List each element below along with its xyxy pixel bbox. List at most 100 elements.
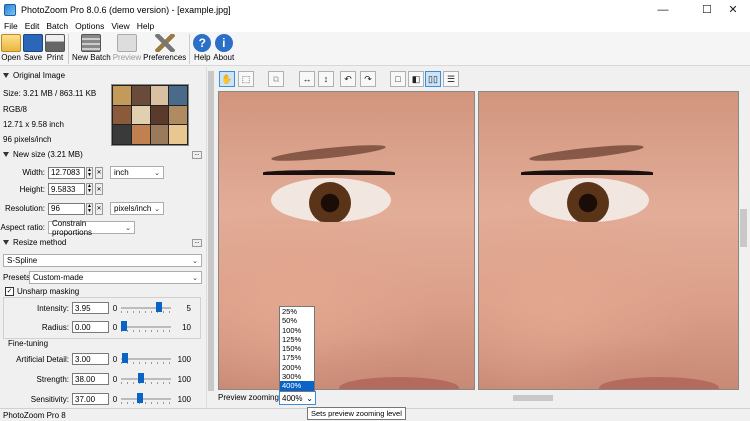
- radius-input[interactable]: 0.00: [72, 321, 109, 333]
- intensity-slider[interactable]: [121, 302, 171, 314]
- width-spinner[interactable]: ▲ ▼: [86, 166, 93, 179]
- zoom-option-selected[interactable]: 400%: [280, 381, 314, 391]
- new-size-header[interactable]: New size (3.21 MB): [3, 150, 83, 159]
- new-batch-button[interactable]: New Batch: [72, 32, 111, 62]
- zoom-option[interactable]: 125%: [280, 335, 314, 344]
- aspect-ratio-select[interactable]: Constrain proportions ⌄: [48, 219, 135, 237]
- settings-panel-scrollbar[interactable]: [206, 67, 215, 408]
- fit-width-button[interactable]: ↔: [299, 71, 315, 87]
- preview-zooming-label: Preview zooming:: [218, 393, 282, 402]
- zoom-option[interactable]: 100%: [280, 326, 314, 335]
- intensity-row: Intensity: 3.95 0 5: [36, 302, 191, 314]
- preview-button[interactable]: Preview: [113, 32, 141, 62]
- stacked-view-button[interactable]: ☰: [443, 71, 459, 87]
- resolution-input[interactable]: 96: [48, 202, 85, 215]
- single-view-button[interactable]: □: [390, 71, 406, 87]
- server-stack-icon: [81, 34, 102, 52]
- save-button[interactable]: Save: [23, 32, 43, 62]
- menu-view[interactable]: View: [111, 21, 129, 31]
- original-preview[interactable]: [218, 91, 475, 390]
- presets-select[interactable]: Custom-made ⌄: [29, 271, 202, 284]
- status-text: PhotoZoom Pro 8: [3, 410, 66, 420]
- resolution-spinner[interactable]: ▲ ▼: [86, 202, 93, 215]
- preview-horizontal-scrollbar[interactable]: [318, 393, 740, 403]
- side-by-side-view-button[interactable]: ▯▯: [425, 71, 441, 87]
- split-view-icon: ◧: [411, 73, 421, 84]
- scrollbar-thumb[interactable]: [740, 209, 747, 247]
- original-image-header[interactable]: Original Image: [3, 71, 65, 80]
- radius-slider[interactable]: [121, 321, 171, 333]
- zoom-option[interactable]: 150%: [280, 344, 314, 353]
- sensitivity-slider[interactable]: [121, 393, 171, 405]
- toolbar-separator: [68, 34, 69, 64]
- result-preview[interactable]: [478, 91, 739, 390]
- minimize-button[interactable]: —: [646, 0, 680, 19]
- eyelash: [521, 170, 653, 175]
- height-input[interactable]: 9.5833: [48, 183, 85, 195]
- slider-track: [121, 398, 171, 400]
- zoom-option[interactable]: 200%: [280, 363, 314, 372]
- zoom-option[interactable]: 50%: [280, 316, 314, 325]
- preferences-button[interactable]: Preferences: [143, 32, 186, 62]
- chevron-down-icon: ⌄: [306, 393, 313, 403]
- slider-ticks: [121, 330, 171, 332]
- rotate-left-button[interactable]: ↶: [340, 71, 356, 87]
- unsharp-masking-checkbox[interactable]: ✓: [5, 287, 14, 296]
- width-input[interactable]: 12.7083: [48, 166, 85, 179]
- slider-thumb[interactable]: [137, 393, 143, 403]
- close-button[interactable]: ✕: [716, 0, 750, 19]
- height-reset-button[interactable]: ✕: [95, 183, 103, 195]
- zoom-option[interactable]: 175%: [280, 353, 314, 362]
- slider-track: [121, 307, 171, 309]
- app-icon: [4, 3, 16, 16]
- resolution-unit-select[interactable]: pixels/inch ⌄: [110, 202, 164, 215]
- print-button[interactable]: Print: [45, 32, 65, 62]
- scrollbar-thumb[interactable]: [208, 71, 214, 391]
- artificial-detail-slider[interactable]: [121, 353, 171, 365]
- selection-tool-button[interactable]: ⬚: [238, 71, 254, 87]
- crop-tool-button[interactable]: ⧉: [268, 71, 284, 87]
- strength-slider[interactable]: [121, 373, 171, 385]
- rotate-left-icon: ↶: [344, 73, 352, 84]
- resize-method-select[interactable]: S-Spline ⌄: [3, 254, 202, 267]
- strength-input[interactable]: 38.00: [72, 373, 109, 385]
- split-view-button[interactable]: ◧: [408, 71, 424, 87]
- help-button[interactable]: ? Help: [193, 32, 212, 62]
- new-size-options-button[interactable]: ...: [192, 151, 202, 159]
- menu-options[interactable]: Options: [75, 21, 104, 31]
- original-resolution: 96 pixels/inch: [3, 135, 52, 144]
- vertical-arrows-icon: ↕: [323, 74, 329, 84]
- hand-tool-button[interactable]: ✋: [219, 71, 235, 87]
- fit-height-button[interactable]: ↕: [318, 71, 334, 87]
- resize-method-options-button[interactable]: ...: [192, 239, 202, 247]
- menu-file[interactable]: File: [4, 21, 18, 31]
- artificial-detail-input[interactable]: 3.00: [72, 353, 109, 365]
- slider-thumb[interactable]: [121, 321, 127, 331]
- menu-help[interactable]: Help: [137, 21, 154, 31]
- slider-thumb[interactable]: [138, 373, 144, 383]
- width-reset-button[interactable]: ✕: [95, 166, 103, 179]
- height-spinner[interactable]: ▲ ▼: [86, 183, 93, 195]
- preview-zooming-select[interactable]: 400% ⌄: [279, 391, 316, 405]
- iris: [567, 182, 609, 222]
- zoom-option[interactable]: 300%: [280, 372, 314, 381]
- resize-method-header[interactable]: Resize method: [3, 238, 66, 247]
- resolution-reset-button[interactable]: ✕: [95, 202, 103, 215]
- original-mode: RGB/8: [3, 105, 28, 114]
- slider-thumb[interactable]: [156, 302, 162, 312]
- floppy-disk-icon: [23, 34, 43, 52]
- menu-edit[interactable]: Edit: [25, 21, 40, 31]
- scrollbar-thumb[interactable]: [513, 395, 553, 401]
- zoom-option[interactable]: 25%: [280, 307, 314, 316]
- open-button[interactable]: Open: [1, 32, 21, 62]
- slider-thumb[interactable]: [122, 353, 128, 363]
- intensity-input[interactable]: 3.95: [72, 302, 109, 314]
- preview-vertical-scrollbar[interactable]: [739, 91, 748, 390]
- about-button[interactable]: i About: [213, 32, 234, 62]
- slider-ticks: [121, 362, 171, 364]
- sensitivity-input[interactable]: 37.00: [72, 393, 109, 405]
- menu-batch[interactable]: Batch: [46, 21, 68, 31]
- slider-track: [121, 358, 171, 360]
- rotate-right-button[interactable]: ↷: [360, 71, 376, 87]
- size-unit-select[interactable]: inch ⌄: [110, 166, 164, 179]
